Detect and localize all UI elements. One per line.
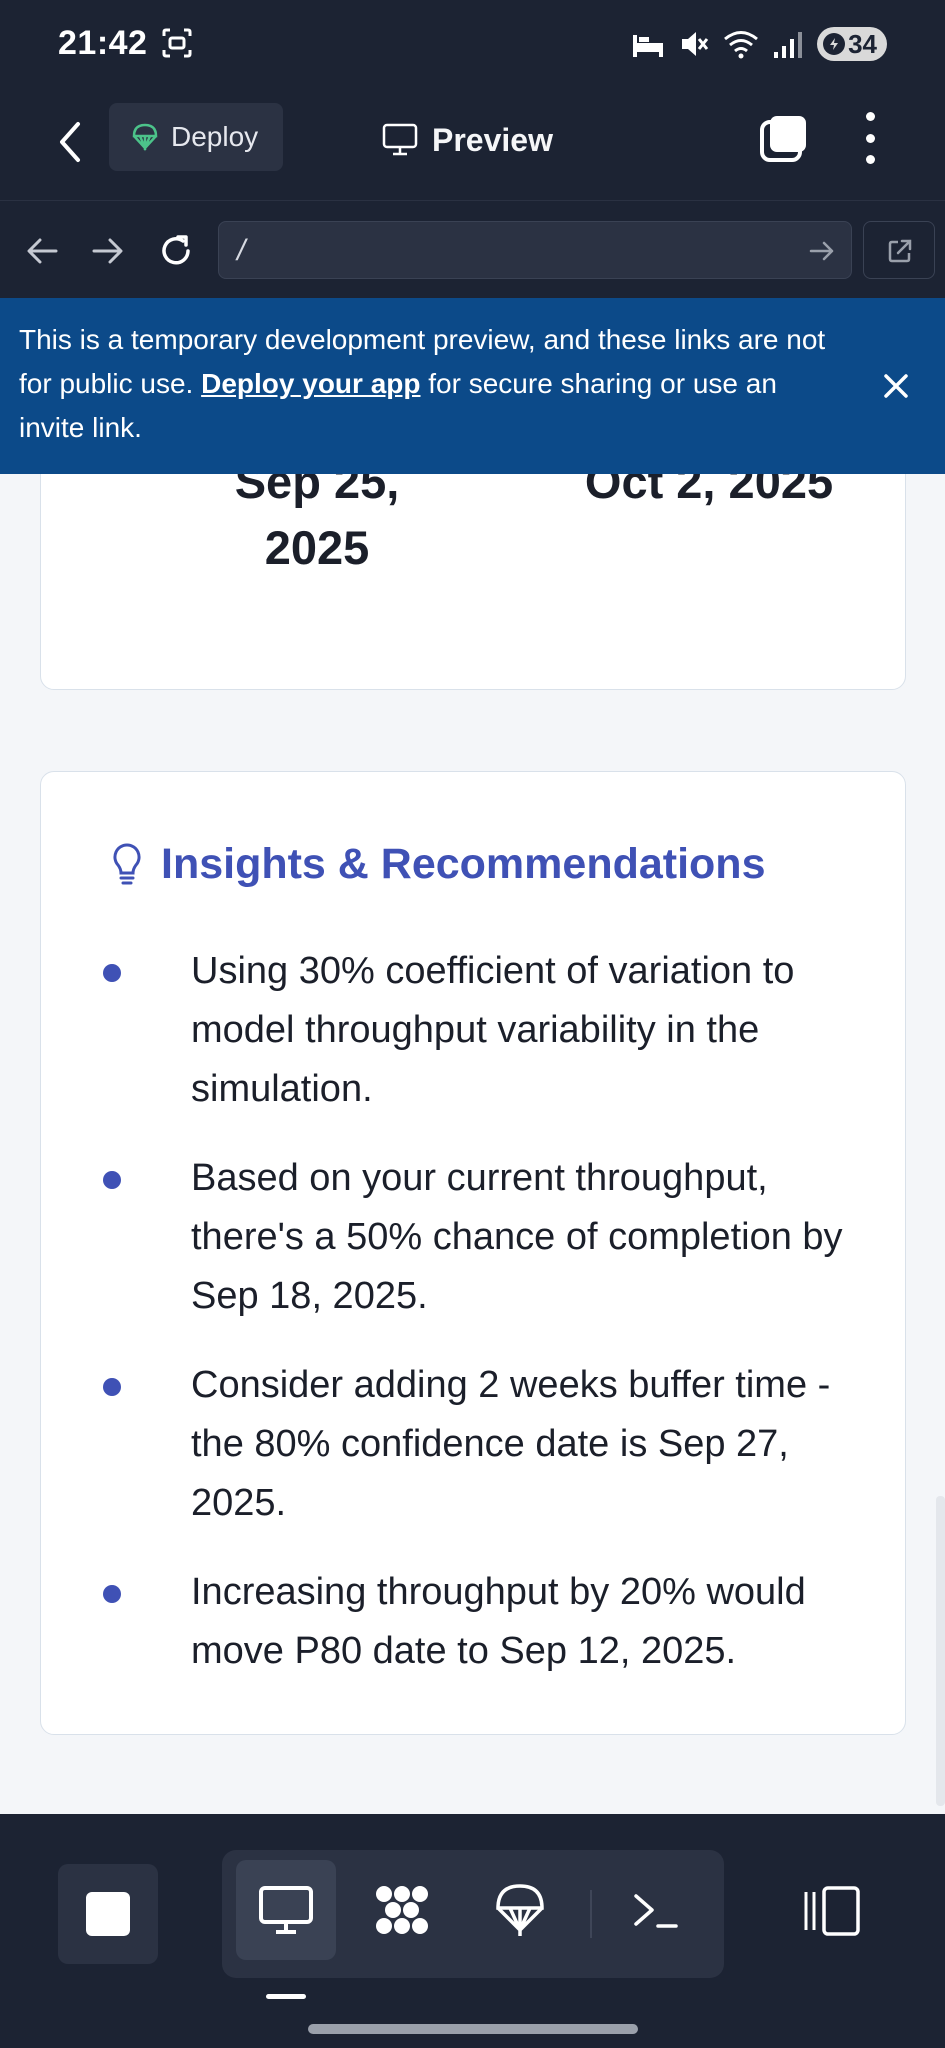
- active-indicator: [266, 1994, 306, 1999]
- stop-button[interactable]: [58, 1864, 158, 1964]
- tool-deploy[interactable]: [470, 1860, 570, 1960]
- screen-record-icon: [162, 28, 192, 58]
- app-bar: Deploy Preview: [0, 90, 945, 200]
- forecast-date-2: Oct 2, 2025: [584, 474, 834, 508]
- tool-workflows[interactable]: [352, 1860, 452, 1960]
- list-item: Based on your current throughput, there'…: [103, 1149, 863, 1326]
- lightbulb-icon: [113, 842, 141, 884]
- forecast-date-1: Sep 25, 2025: [234, 474, 400, 574]
- deploy-icon: [496, 1884, 544, 1936]
- list-item: Consider adding 2 weeks buffer time - th…: [103, 1356, 863, 1533]
- browser-back-icon[interactable]: [22, 231, 62, 271]
- dev-preview-banner: This is a temporary development preview,…: [0, 298, 945, 474]
- url-input[interactable]: /: [218, 221, 852, 279]
- bullet-icon: [103, 964, 121, 982]
- external-link-icon: [888, 239, 912, 263]
- insights-list: Using 30% coefficient of variation to mo…: [103, 942, 863, 1711]
- banner-message: This is a temporary development preview,…: [19, 318, 839, 450]
- url-text: /: [237, 234, 246, 267]
- insights-card: Insights & Recommendations Using 30% coe…: [40, 771, 906, 1735]
- status-icons: 34: [631, 26, 887, 62]
- bullet-icon: [103, 1585, 121, 1603]
- wifi-icon: [724, 31, 759, 59]
- alarm-icon: [633, 35, 664, 57]
- bullet-icon: [103, 1171, 121, 1189]
- monitor-icon: [382, 123, 418, 156]
- browser-forward-icon[interactable]: [88, 231, 128, 271]
- bottom-toolbar: [0, 1814, 945, 2048]
- forecast-dates-card: Sep 25, 2025 Oct 2, 2025: [40, 474, 906, 690]
- workflows-icon: [376, 1886, 428, 1934]
- list-item: Increasing throughput by 20% would move …: [103, 1563, 863, 1681]
- tabs-switcher-icon[interactable]: [758, 112, 810, 164]
- preview-tab[interactable]: Preview: [382, 112, 553, 168]
- tool-preview[interactable]: [236, 1860, 336, 1960]
- insight-text: Based on your current throughput, there'…: [191, 1157, 843, 1317]
- toolbar-divider: [590, 1890, 592, 1938]
- insight-text: Increasing throughput by 20% would move …: [191, 1571, 806, 1672]
- side-panel-icon[interactable]: [802, 1884, 862, 1938]
- battery-level: 34: [848, 28, 877, 59]
- back-chevron-icon[interactable]: [52, 114, 88, 170]
- url-bar: /: [0, 200, 945, 298]
- battery-icon: 34: [817, 27, 887, 61]
- status-bar: 21:42 34: [0, 0, 945, 90]
- signal-icon: [774, 32, 803, 58]
- more-options-icon[interactable]: [856, 110, 884, 166]
- page-content: Sep 25, 2025 Oct 2, 2025 Insights & Reco…: [0, 474, 945, 1814]
- open-external-button[interactable]: [863, 221, 935, 279]
- tool-shell[interactable]: [606, 1860, 706, 1960]
- monitor-icon: [259, 1886, 313, 1934]
- insight-text: Consider adding 2 weeks buffer time - th…: [191, 1364, 831, 1524]
- tool-group: [222, 1850, 724, 1978]
- bullet-icon: [103, 1378, 121, 1396]
- mute-icon: [682, 32, 709, 56]
- stop-icon: [86, 1892, 130, 1936]
- status-time: 21:42: [58, 24, 148, 62]
- deploy-label: Deploy: [171, 121, 259, 152]
- insights-header: Insights & Recommendations: [111, 840, 765, 889]
- insights-title: Insights & Recommendations: [161, 840, 766, 888]
- deploy-button[interactable]: Deploy: [109, 103, 283, 171]
- reload-icon[interactable]: [156, 231, 196, 271]
- insight-text: Using 30% coefficient of variation to mo…: [191, 950, 795, 1110]
- list-item: Using 30% coefficient of variation to mo…: [103, 942, 863, 1119]
- home-indicator[interactable]: [308, 2024, 638, 2034]
- deploy-icon: [132, 123, 158, 152]
- preview-label: Preview: [432, 121, 553, 158]
- deploy-your-app-link[interactable]: Deploy your app: [201, 368, 420, 399]
- url-go-arrow-icon[interactable]: [807, 236, 837, 266]
- scrollbar[interactable]: [936, 1496, 945, 1806]
- terminal-icon: [634, 1894, 678, 1928]
- close-icon[interactable]: [878, 368, 914, 404]
